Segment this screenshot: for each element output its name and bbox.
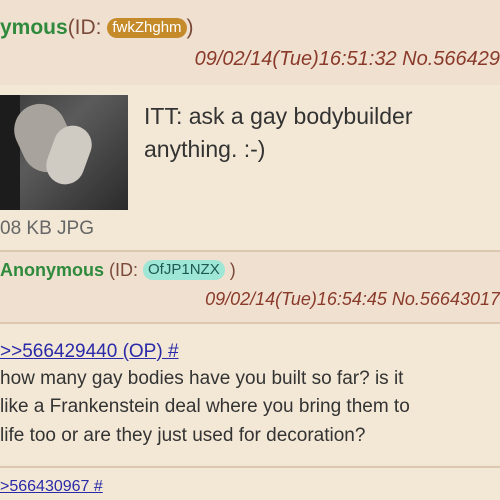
post1-name-line: ymous(ID: fwkZhghm) [0,16,194,40]
post3-quote-link[interactable]: >566430967 # [0,478,103,496]
post1-id-badge[interactable]: fwkZhghm [107,18,187,38]
post2-text-line2: like a Frankenstein deal where you bring… [0,396,410,417]
post2-id-label: (ID: [104,260,144,280]
post2-name-line: Anonymous (ID: OfJP1NZX ) [0,260,236,281]
post2-meta[interactable]: 09/02/14(Tue)16:54:45 No.56643017 [205,289,500,310]
post1-meta[interactable]: 09/02/14(Tue)16:51:32 No.566429 [195,48,500,71]
post1-text-line1: ITT: ask a gay bodybuilder [144,103,413,129]
post2-quote-link[interactable]: >>566429440 (OP) # [0,341,179,363]
post1-thumbnail[interactable] [0,95,128,210]
post1-poster-name[interactable]: ymous [0,16,68,39]
post2-id-badge[interactable]: OfJP1NZX [143,260,225,280]
post1-text-line2: anything. :-) [144,136,266,162]
post2-poster-name[interactable]: Anonymous [0,260,104,280]
post2-text-line3: life too or are they just used for decor… [0,425,366,446]
post2-text-line1: how many gay bodies have you built so fa… [0,368,404,389]
thumb-shadow [0,95,20,210]
post2-id-close: ) [224,260,236,280]
post1-id-close: ) [186,16,194,39]
post1-id-label: (ID: [67,16,108,39]
post1-header [0,0,500,85]
post1-file-info[interactable]: 08 KB JPG [0,218,94,240]
